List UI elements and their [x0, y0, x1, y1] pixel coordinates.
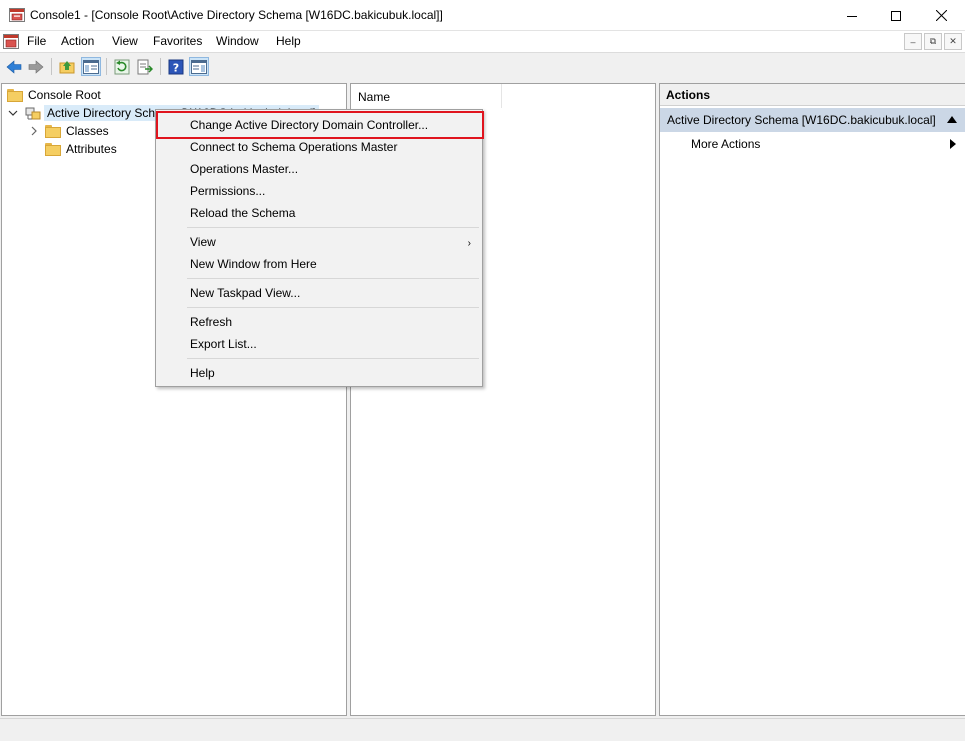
mdi-close-icon[interactable]: ✕ [944, 33, 962, 50]
back-button[interactable] [4, 57, 24, 76]
export-list-button[interactable] [135, 57, 155, 76]
menu-item-export-list[interactable]: Export List... [190, 337, 257, 351]
refresh-button[interactable] [112, 57, 132, 76]
help-button[interactable]: ? [166, 57, 186, 76]
menu-view[interactable]: View [112, 34, 138, 48]
expanded-chevron-icon[interactable] [8, 108, 18, 118]
folder-icon [7, 88, 23, 102]
menu-item-new-window[interactable]: New Window from Here [190, 257, 317, 271]
folder-icon [45, 142, 61, 156]
tree-label-attributes: Attributes [66, 142, 117, 156]
menu-help[interactable]: Help [276, 34, 301, 48]
title-bar: Console1 - [Console Root\Active Director… [0, 0, 965, 31]
menu-item-operations-master[interactable]: Operations Master... [190, 162, 298, 176]
actions-group-title: Active Directory Schema [W16DC.bakicubuk… [667, 113, 936, 127]
show-hide-tree-button[interactable] [81, 57, 101, 76]
toolbar-separator [51, 58, 52, 75]
menu-item-connect-schema-master[interactable]: Connect to Schema Operations Master [190, 140, 397, 154]
minimize-button[interactable] [829, 0, 875, 31]
tree-item-console-root[interactable]: Console Root [7, 86, 101, 104]
refresh-icon [114, 59, 130, 74]
actions-pane: Actions Active Directory Schema [W16DC.b… [659, 83, 965, 716]
minimize-icon [847, 15, 857, 17]
up-folder-icon [59, 61, 75, 74]
back-icon [6, 59, 22, 74]
maximize-icon [891, 10, 901, 21]
console-window-icon[interactable] [3, 34, 19, 49]
menu-action[interactable]: Action [61, 34, 94, 48]
tree-label-classes: Classes [66, 124, 109, 138]
menu-item-permissions[interactable]: Permissions... [190, 184, 265, 198]
submenu-chevron-icon: › [467, 238, 471, 249]
menu-separator [187, 227, 479, 228]
show-hide-tree-icon [83, 59, 99, 74]
menu-separator [187, 278, 479, 279]
maximize-button[interactable] [873, 0, 919, 31]
tree-label-console-root: Console Root [28, 88, 101, 102]
mmc-console-icon[interactable] [9, 8, 25, 22]
menu-window[interactable]: Window [216, 34, 259, 48]
schema-icon [25, 107, 41, 120]
close-icon [935, 10, 947, 21]
close-button[interactable] [918, 0, 964, 31]
mdi-minimize-icon[interactable]: – [904, 33, 922, 50]
show-hide-action-pane-icon [191, 59, 207, 74]
help-icon: ? [168, 59, 184, 74]
actions-group-schema[interactable]: Active Directory Schema [W16DC.bakicubuk… [660, 108, 965, 132]
context-menu: Change Active Directory Domain Controlle… [155, 109, 484, 387]
toolbar: ? [0, 54, 965, 79]
menu-item-reload-schema[interactable]: Reload the Schema [190, 206, 295, 220]
forward-button[interactable] [26, 57, 46, 76]
collapsed-chevron-icon[interactable] [30, 126, 38, 136]
menu-file[interactable]: File [27, 34, 46, 48]
toolbar-separator [106, 58, 107, 75]
up-one-level-button[interactable] [57, 57, 77, 76]
menu-item-change-domain-controller[interactable]: Change Active Directory Domain Controlle… [190, 118, 428, 132]
actions-header: Actions [660, 84, 965, 106]
mdi-restore-icon[interactable]: ⧉ [924, 33, 942, 50]
menu-item-new-taskpad-view[interactable]: New Taskpad View... [190, 286, 300, 300]
folder-icon [45, 124, 61, 138]
forward-icon [28, 59, 44, 74]
column-header-name[interactable]: Name [351, 84, 502, 108]
export-list-icon [137, 59, 153, 74]
menu-separator [187, 307, 479, 308]
more-actions-item[interactable]: More Actions [691, 137, 760, 151]
menu-item-help[interactable]: Help [190, 366, 215, 380]
status-bar [0, 718, 965, 741]
menu-item-view[interactable]: View [190, 235, 216, 249]
menu-bar: File Action View Favorites Window Help –… [0, 31, 965, 53]
menu-separator [187, 358, 479, 359]
toolbar-separator [160, 58, 161, 75]
submenu-arrow-icon[interactable] [950, 139, 956, 149]
collapse-up-icon[interactable] [947, 116, 957, 123]
menu-favorites[interactable]: Favorites [153, 34, 202, 48]
window-title: Console1 - [Console Root\Active Director… [30, 8, 443, 22]
show-hide-action-pane-button[interactable] [189, 57, 209, 76]
mdi-window-controls: – ⧉ ✕ [904, 33, 962, 50]
svg-text:?: ? [173, 61, 179, 74]
tree-item-attributes[interactable]: Attributes [45, 140, 117, 158]
menu-item-refresh[interactable]: Refresh [190, 315, 232, 329]
tree-item-classes[interactable]: Classes [30, 122, 109, 140]
